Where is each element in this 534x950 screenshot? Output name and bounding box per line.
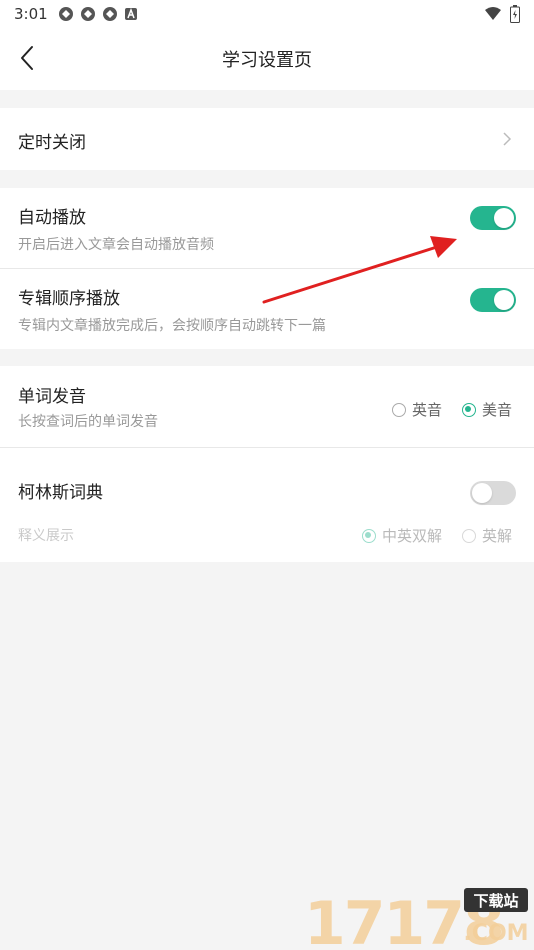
- timer-close-row[interactable]: 定时关闭: [0, 108, 534, 170]
- collins-dictionary-label: 柯林斯词典: [18, 483, 103, 503]
- auto-play-toggle[interactable]: [470, 206, 516, 230]
- status-time: 3:01: [14, 5, 48, 23]
- battery-icon: [510, 5, 520, 23]
- playback-settings-card: 自动播放 开启后进入文章会自动播放音频 专辑顺序播放 专辑内文章播放完成后，会按…: [0, 188, 534, 349]
- app-icon: [102, 7, 117, 21]
- toggle-knob: [494, 290, 514, 310]
- auto-play-label: 自动播放: [18, 208, 86, 228]
- app-icon: [80, 7, 95, 21]
- timer-close-label: 定时关闭: [18, 133, 86, 153]
- word-pronunciation-description: 长按查词后的单词发音: [18, 414, 158, 430]
- radio-dot: [461, 402, 476, 417]
- radio-dot: [461, 528, 476, 543]
- radio-bilingual[interactable]: 中英双解: [361, 525, 442, 546]
- radio-british-label: 英音: [411, 401, 442, 419]
- auto-play-description: 开启后进入文章会自动播放音频: [18, 237, 214, 253]
- page-title: 学习设置页: [222, 50, 312, 71]
- site-watermark-logo: 17178 下载站 .COM: [304, 888, 529, 948]
- collins-dictionary-toggle[interactable]: [470, 481, 516, 505]
- toggle-knob: [472, 483, 492, 503]
- word-pronunciation-label: 单词发音: [18, 387, 86, 407]
- radio-dot: [361, 528, 376, 543]
- album-order-play-label: 专辑顺序播放: [18, 289, 120, 309]
- status-bar: 3:01: [0, 0, 534, 28]
- radio-dot: [391, 402, 406, 417]
- watermark-domain: .COM: [463, 921, 528, 946]
- radio-bilingual-label: 中英双解: [381, 527, 442, 545]
- chevron-right-icon: [503, 132, 512, 146]
- toggle-knob: [494, 208, 514, 228]
- radio-english-only[interactable]: 英解: [461, 525, 512, 546]
- radio-english-only-label: 英解: [481, 527, 512, 545]
- pronunciation-radio-group: 英音 美音: [391, 399, 512, 420]
- radio-american-label: 美音: [481, 401, 512, 419]
- a-icon: [124, 7, 137, 20]
- nav-bar: 学习设置页: [0, 28, 534, 90]
- definition-radio-group: 中英双解 英解: [361, 525, 512, 546]
- watermark-tag: 下载站: [473, 892, 518, 910]
- definition-display-label: 释义展示: [18, 528, 74, 544]
- wifi-icon: [485, 7, 501, 20]
- dictionary-settings-card: 单词发音 长按查词后的单词发音 英音 美音 柯林斯词典 释义展示 中英双解 英解: [0, 366, 534, 562]
- radio-british[interactable]: 英音: [391, 399, 442, 420]
- album-order-play-toggle[interactable]: [470, 288, 516, 312]
- divider: [0, 268, 534, 269]
- album-order-play-description: 专辑内文章播放完成后，会按顺序自动跳转下一篇: [18, 318, 326, 334]
- radio-american[interactable]: 美音: [461, 399, 512, 420]
- app-icon: [58, 7, 73, 21]
- divider: [0, 447, 534, 448]
